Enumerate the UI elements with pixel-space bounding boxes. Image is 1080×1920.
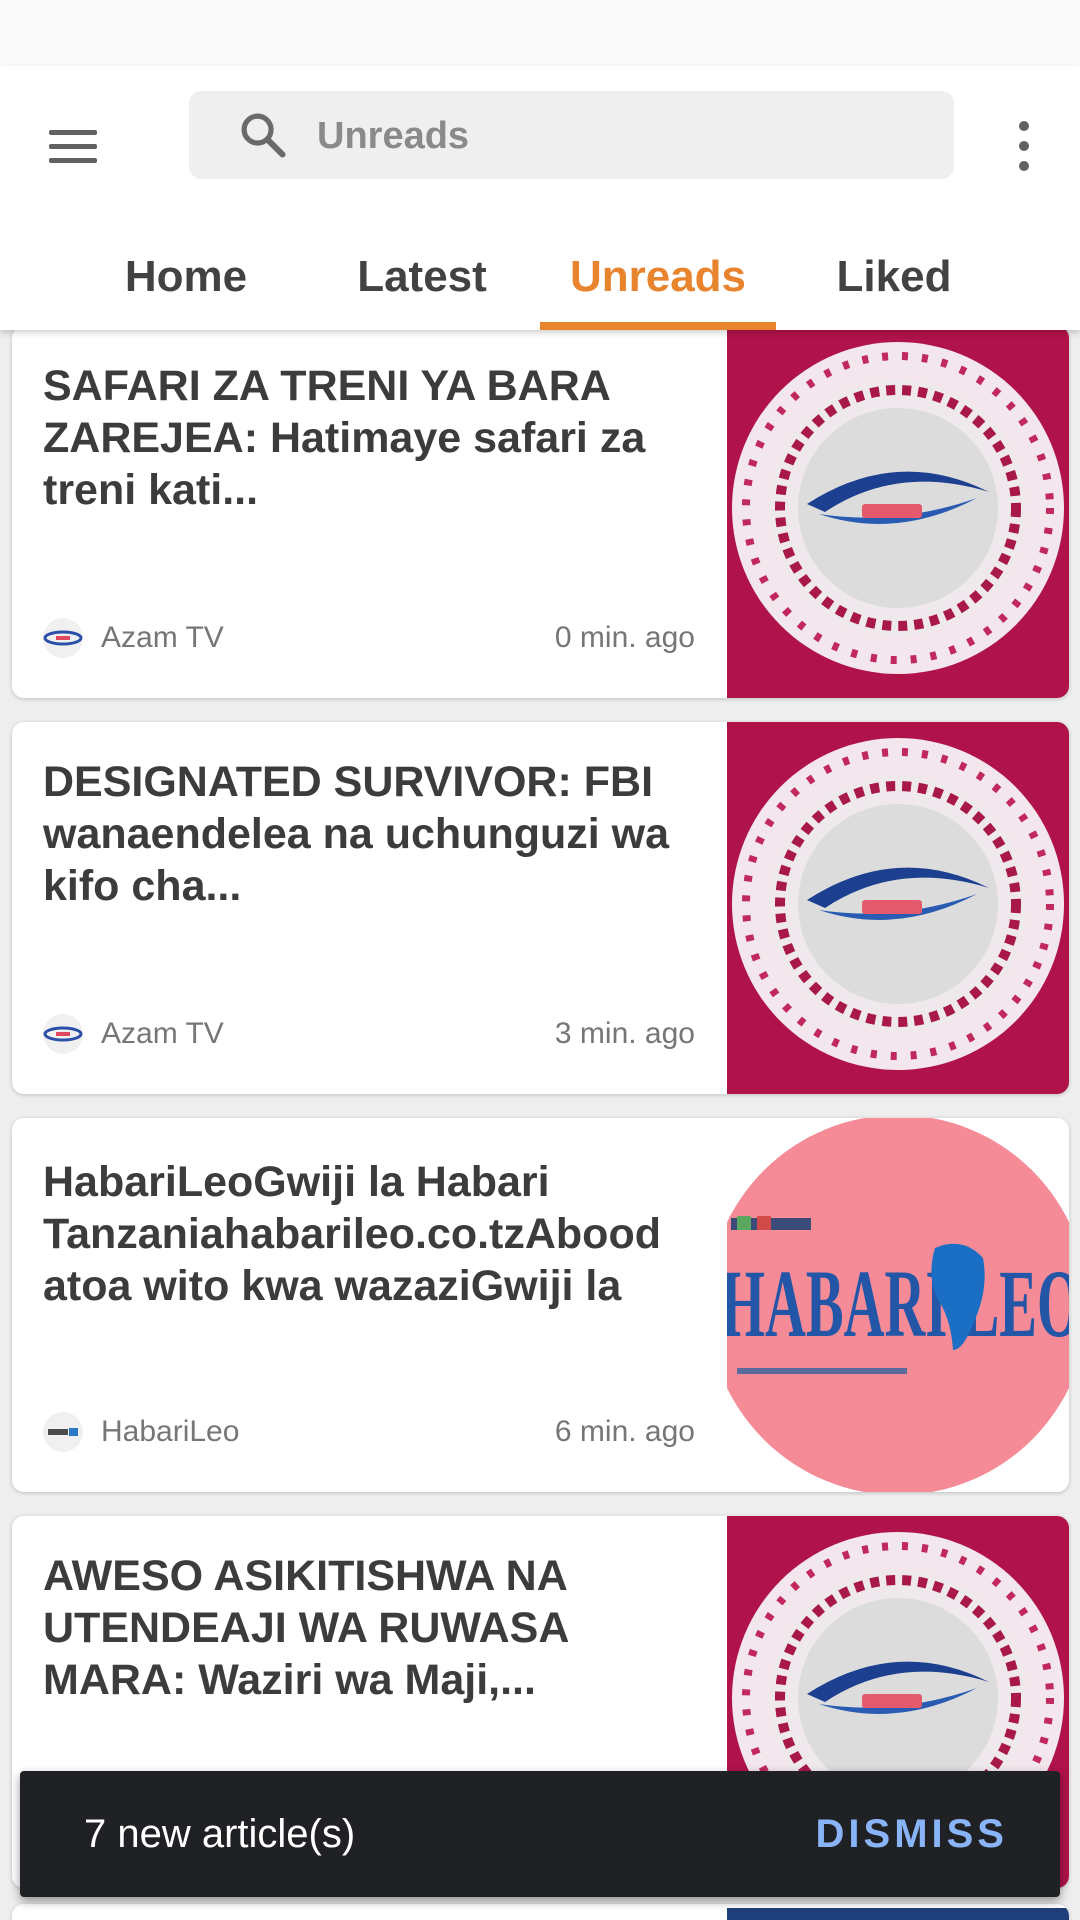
dismiss-button[interactable]: DISMISS xyxy=(816,1771,1008,1897)
search-bar[interactable] xyxy=(189,91,954,181)
article-source: Azam TV xyxy=(101,1017,224,1050)
article-time: 3 min. ago xyxy=(554,1017,695,1050)
article-title: HabariLeoGwiji la Habari Tanzaniahabaril… xyxy=(43,1158,661,1310)
more-vert-icon-dot xyxy=(1019,161,1029,171)
snackbar: 7 new article(s) DISMISS xyxy=(20,1771,1060,1897)
search-input[interactable] xyxy=(315,91,919,181)
tab-latest[interactable]: Latest xyxy=(304,230,540,330)
hamburger-icon xyxy=(49,130,97,135)
habarileo-thumbnail: HABARI LEO xyxy=(727,1118,1069,1492)
search-icon xyxy=(241,113,286,158)
article-card[interactable] xyxy=(12,1904,1069,1920)
more-vert-icon-dot xyxy=(1019,141,1029,151)
article-title: AWESO ASIKITISHWA NA UTENDEAJI WA RUWASA… xyxy=(43,1552,568,1704)
app-bar: Home Latest Unreads Liked xyxy=(0,66,1080,330)
article-thumbnail xyxy=(727,1908,1069,1920)
azam-tv-source-icon xyxy=(43,1014,83,1054)
article-source: HabariLeo xyxy=(101,1415,240,1448)
azam-tv-thumbnail xyxy=(727,330,1069,698)
article-card[interactable]: HabariLeoGwiji la Habari Tanzaniahabaril… xyxy=(12,1118,1069,1492)
habarileo-source-icon xyxy=(43,1412,83,1452)
article-title: SAFARI ZA TRENI YA BARA ZAREJEA: Hatimay… xyxy=(43,362,646,514)
article-time: 0 min. ago xyxy=(554,621,695,654)
more-vert-icon xyxy=(1019,121,1029,131)
status-bar xyxy=(0,0,1080,66)
hamburger-icon-line xyxy=(49,144,97,149)
azam-tv-thumbnail xyxy=(727,722,1069,1094)
article-title: DESIGNATED SURVIVOR: FBI wanaendelea na … xyxy=(43,758,670,910)
article-card[interactable]: DESIGNATED SURVIVOR: FBI wanaendelea na … xyxy=(12,722,1069,1094)
tab-liked[interactable]: Liked xyxy=(776,230,1012,330)
hamburger-icon-line xyxy=(49,158,97,163)
menu-button[interactable] xyxy=(40,112,108,180)
more-options-button[interactable] xyxy=(1000,112,1048,180)
tab-home[interactable]: Home xyxy=(68,230,304,330)
tab-unreads[interactable]: Unreads xyxy=(540,230,776,330)
article-time: 6 min. ago xyxy=(554,1415,695,1448)
article-source: Azam TV xyxy=(101,621,224,654)
article-feed[interactable]: SAFARI ZA TRENI YA BARA ZAREJEA: Hatimay… xyxy=(0,330,1080,1920)
azam-tv-source-icon xyxy=(43,618,83,658)
snackbar-message: 7 new article(s) xyxy=(84,1812,356,1856)
article-card[interactable]: SAFARI ZA TRENI YA BARA ZAREJEA: Hatimay… xyxy=(12,330,1069,698)
habarileo-logo-text: HABARI LEO xyxy=(727,1250,1069,1357)
tab-bar: Home Latest Unreads Liked xyxy=(68,230,1012,330)
